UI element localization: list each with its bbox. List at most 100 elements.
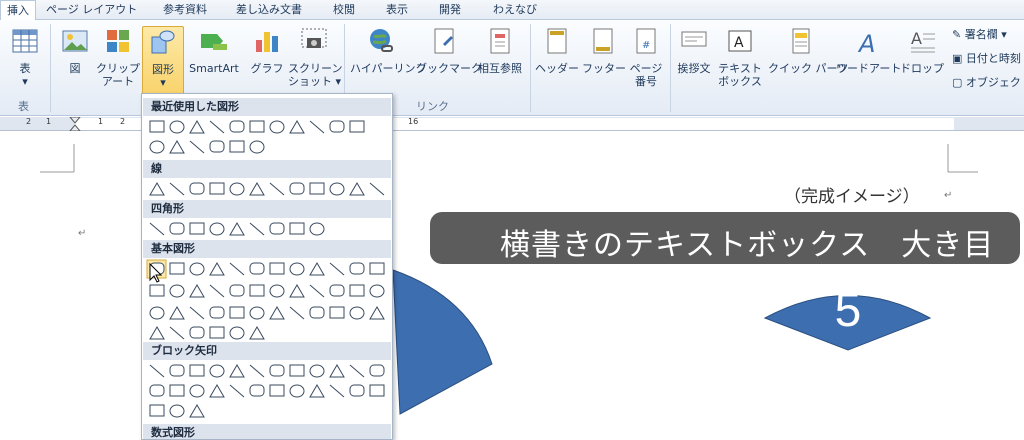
shape-item[interactable] [149,306,165,320]
shape-item[interactable] [209,120,225,134]
shape-item[interactable] [189,120,205,134]
shape-item[interactable] [289,384,305,398]
shape-item[interactable] [169,284,185,298]
shape-item[interactable] [289,120,305,134]
chart-button[interactable]: グラフ [248,26,286,75]
textbox-button[interactable]: A テキスト ボックス [716,26,764,88]
object-button[interactable]: ▢ オブジェクト [952,74,1024,90]
shape-item[interactable] [209,222,225,236]
crossref-button[interactable]: 相互参照 [474,26,526,75]
shape-item[interactable] [189,262,205,276]
shape-item[interactable] [249,284,265,297]
shape-item[interactable] [229,120,245,133]
signature-line-button[interactable]: ✎ 署名欄 ▾ [952,26,1007,42]
quickparts-button[interactable]: クイック パーツ [768,26,848,75]
indent-marker-icon[interactable] [68,117,82,131]
tab-references[interactable]: 参考資料 [163,0,207,20]
shape-item[interactable] [249,326,265,340]
shape-item[interactable] [269,262,285,275]
shape-item[interactable] [149,182,165,196]
shape-item[interactable] [229,284,245,297]
shape-item[interactable] [309,284,325,298]
shape-item[interactable] [329,284,345,297]
shape-item[interactable] [169,182,185,196]
shape-item[interactable] [329,384,345,398]
shape-item[interactable] [189,222,205,235]
shape-item[interactable] [369,384,385,397]
shape-item[interactable] [269,364,285,377]
shape-item[interactable] [289,306,305,320]
shape-item[interactable] [149,364,165,378]
shape-item[interactable] [209,262,225,276]
shape-item[interactable] [229,140,245,153]
shape-item[interactable] [189,182,205,195]
shape-item[interactable] [149,404,165,417]
screenshot-button[interactable]: スクリーン ショット ▾ [288,26,342,88]
shape-item[interactable] [329,182,345,196]
shape-item[interactable] [249,306,265,320]
bookmark-button[interactable]: ブックマーク [416,26,482,75]
shape-item[interactable] [309,306,325,319]
shape-item[interactable] [349,182,365,196]
shape-item[interactable] [329,262,345,276]
shape-item[interactable] [309,364,325,378]
shape-item[interactable] [289,364,305,377]
shape-item[interactable] [249,384,265,397]
dropcap-button[interactable]: A ドロップ [900,26,944,75]
shape-gallery[interactable] [142,94,393,440]
header-button[interactable]: ヘッダー [534,26,580,75]
shape-item[interactable] [329,364,345,378]
shape-item[interactable] [169,364,185,377]
shape-item[interactable] [149,326,165,340]
tab-developer[interactable]: 開発 [439,0,461,20]
shape-item[interactable] [189,384,205,398]
tab-view[interactable]: 表示 [386,0,408,20]
tab-waenavi[interactable]: わえなび [493,0,537,20]
date-time-button[interactable]: ▣ 日付と時刻 [952,50,1021,66]
shape-item[interactable] [229,306,245,319]
shape-item[interactable] [189,306,205,320]
shape-item[interactable] [289,284,305,298]
clipart-button[interactable]: クリップ アート [96,26,140,88]
shape-item[interactable] [269,222,285,235]
shape-item[interactable] [169,120,185,134]
shape-item[interactable] [229,326,245,340]
shape-item[interactable] [269,284,285,298]
shape-item[interactable] [189,284,205,298]
fan-shape-partial[interactable] [392,269,493,415]
shape-item[interactable] [209,384,225,398]
shape-item[interactable] [369,306,385,320]
shape-item[interactable] [149,384,165,397]
shape-item[interactable] [209,326,225,339]
shapes-button[interactable]: 図形 ▾ [142,26,184,96]
shape-item[interactable] [309,262,325,276]
shape-item[interactable] [369,364,385,377]
shape-item[interactable] [269,182,285,196]
shape-item[interactable] [249,182,265,196]
footer-button[interactable]: フッター [582,26,626,75]
shape-item[interactable] [229,182,245,196]
greeting-button[interactable]: 挨拶文 [674,26,714,75]
shape-item[interactable] [149,120,165,133]
shape-item[interactable] [189,140,205,154]
shape-item[interactable] [349,284,365,297]
shape-item[interactable] [169,222,185,235]
shape-item[interactable] [209,284,225,298]
shape-item[interactable] [249,120,265,133]
shape-item[interactable] [369,262,385,275]
shape-item[interactable] [229,222,245,236]
shape-item[interactable] [229,262,245,276]
shape-item[interactable] [309,222,325,236]
shape-item[interactable] [209,140,225,153]
shape-item[interactable] [169,306,185,320]
table-button[interactable]: 表 ▾ [8,26,42,88]
shape-item[interactable] [289,182,305,195]
smartart-button[interactable]: SmartArt [186,26,242,75]
shape-item[interactable] [249,364,265,378]
shape-item[interactable] [249,222,265,236]
wordart-button[interactable]: A ワードアート [836,26,901,75]
shape-item[interactable] [209,364,225,378]
shape-item[interactable] [209,182,225,195]
shape-item[interactable] [349,364,365,378]
tab-insert[interactable]: 挿入 [0,0,36,20]
